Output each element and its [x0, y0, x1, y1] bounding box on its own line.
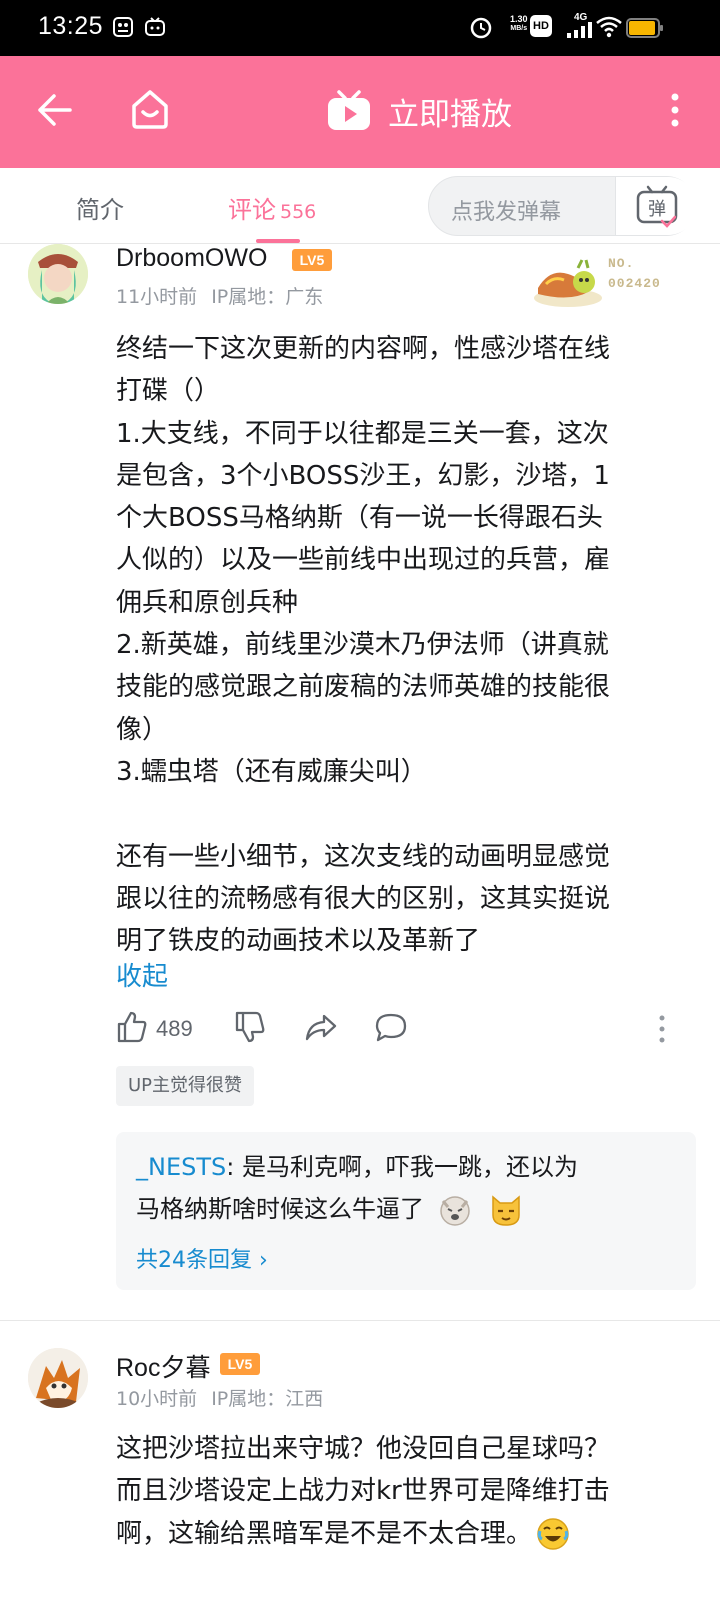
play-now-label: 立即播放: [388, 96, 512, 132]
up-liked-badge: UP主觉得很赞: [116, 1066, 255, 1106]
dislike-icon[interactable]: [234, 1010, 266, 1044]
comment-meta: 11小时前 IP属地：广东: [116, 282, 337, 309]
collapse-link[interactable]: 收起: [116, 956, 168, 993]
fan-badge-image-icon: [534, 259, 602, 307]
content-tabs: 简介 评论 556 点我发弹幕 弹: [0, 168, 720, 244]
cat-emoji-icon: [492, 1195, 521, 1226]
reply-preview[interactable]: _NESTS: 是马利克啊，吓我一跳，还以为 马格纳斯啥时候这么牛逼了 共24条…: [116, 1132, 696, 1290]
comment-text: 这把沙塔拉出来守城？他没回自己星球吗？ 而且沙塔设定上战力对kr世界可是降维打击…: [116, 1428, 696, 1555]
comment-item: Roc夕暮 LV5 10小时前 IP属地：江西 这把沙塔拉出来守城？他没回自己星球…: [0, 1348, 720, 1612]
wifi-icon: [596, 16, 622, 38]
username[interactable]: Roc夕暮: [116, 1348, 210, 1384]
comment-time: 11小时前: [116, 286, 198, 308]
status-bar: 13:25 1.30 MB/s HD 4G: [0, 0, 720, 56]
svg-text:弹: 弹: [648, 199, 666, 220]
fan-badge-number: NO. 002420: [608, 256, 661, 291]
ip-location: IP属地：江西: [211, 1388, 324, 1410]
active-tab-indicator: [256, 239, 300, 243]
dog-emoji-icon: [439, 1196, 470, 1226]
video-header-bar: 立即播放: [0, 56, 720, 168]
alarm-icon: [470, 17, 492, 39]
comment-actions: 489: [116, 1010, 696, 1050]
danmaku-placeholder: 点我发弹幕: [451, 200, 562, 225]
comment-time: 10小时前: [116, 1388, 198, 1410]
comment-more-icon[interactable]: [658, 1014, 666, 1044]
more-vertical-icon[interactable]: [670, 92, 680, 128]
clock: 13:25: [38, 12, 104, 40]
tab-comments-label: 评论: [228, 196, 276, 224]
level-badge: LV5: [292, 249, 332, 271]
laughing-crying-emoji-icon: [537, 1518, 569, 1550]
net-speed: 1.30 MB/s: [510, 14, 528, 32]
like-count: 489: [156, 1016, 193, 1041]
back-arrow-icon[interactable]: [36, 92, 72, 128]
view-all-replies-link[interactable]: 共24条回复 ›: [136, 1242, 268, 1274]
danmaku-input[interactable]: 点我发弹幕 弹: [428, 176, 697, 236]
signal-icon: [567, 22, 592, 38]
reply-icon[interactable]: [374, 1010, 408, 1044]
screenshot-icon: [113, 17, 133, 37]
avatar[interactable]: [28, 244, 88, 304]
reply-text-2: 马格纳斯啥时候这么牛逼了: [136, 1195, 424, 1223]
battery-icon: [626, 18, 663, 38]
tv-play-icon: [328, 90, 370, 130]
comment-item: DrboomOWO LV5 11小时前 IP属地：广东 NO. 002420 终结一…: [0, 244, 720, 1324]
comment-text: 终结一下这次更新的内容啊，性感沙塔在线 打碟（） 1.大支线，不同于以往都是三关…: [116, 334, 611, 957]
danmaku-icon: 弹: [636, 185, 678, 228]
share-icon[interactable]: [304, 1010, 338, 1044]
level-badge: LV5: [220, 1353, 260, 1375]
fan-badge[interactable]: NO. 002420: [530, 248, 700, 312]
hd-icon: HD: [530, 15, 552, 37]
tab-intro[interactable]: 简介: [76, 190, 124, 225]
play-now-button[interactable]: 立即播放: [326, 86, 512, 136]
tv-app-icon: [145, 17, 165, 36]
reply-text-1: : 是马利克啊，吓我一跳，还以为: [226, 1153, 578, 1181]
comment-count: 556: [280, 201, 317, 223]
home-icon[interactable]: [130, 88, 170, 130]
danmaku-settings-button[interactable]: 弹: [615, 177, 697, 235]
ip-location: IP属地：广东: [211, 286, 324, 308]
reply-username[interactable]: _NESTS: [136, 1153, 226, 1181]
username[interactable]: DrboomOWO: [116, 244, 267, 273]
tab-comments[interactable]: 评论 556: [228, 190, 316, 225]
reply-item: _NESTS: 是马利克啊，吓我一跳，还以为 马格纳斯啥时候这么牛逼了: [136, 1146, 676, 1230]
comment-meta: 10小时前 IP属地：江西: [116, 1384, 337, 1411]
avatar[interactable]: [28, 1348, 88, 1408]
comment-divider: [0, 1320, 720, 1321]
like-icon[interactable]: [116, 1010, 148, 1044]
